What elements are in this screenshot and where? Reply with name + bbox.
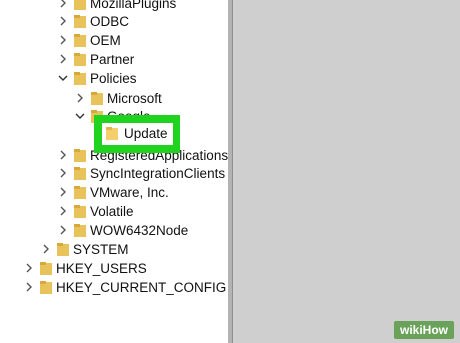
tree-item-vmware[interactable]: VMware, Inc. [0,183,228,202]
tree-item-label: Policies [90,71,137,86]
tree-item-partner[interactable]: Partner [0,50,228,69]
tree-item-label: Microsoft [107,91,162,106]
chevron-right-icon[interactable] [58,150,68,160]
folder-icon [74,34,86,47]
folder-icon [40,281,52,294]
chevron-right-icon[interactable] [58,225,68,235]
chevron-right-icon[interactable] [41,244,51,254]
tree-item-label: SYSTEM [73,242,129,257]
chevron-down-icon[interactable] [58,73,68,83]
folder-icon [74,205,86,218]
chevron-right-icon[interactable] [58,54,68,64]
tree-item-wow6432node[interactable]: WOW6432Node [0,221,228,240]
registry-tree-pane: MozillaPlugins ODBC OEM Partner Policies… [0,0,228,343]
tree-item-system[interactable]: SYSTEM [0,240,228,259]
tree-item-label: HKEY_CURRENT_CONFIG [56,280,227,295]
tree-item-hkey-users[interactable]: HKEY_USERS [0,259,228,278]
tree-item-label: VMware, Inc. [90,185,169,200]
chevron-down-icon[interactable] [75,111,85,121]
tree-item-microsoft[interactable]: Microsoft [0,89,228,108]
chevron-right-icon[interactable] [24,282,34,292]
open-folder-icon [106,127,118,140]
tree-item-label: SyncIntegrationClients [90,166,226,181]
tree-item-label: MozillaPlugins [90,0,177,11]
tree-item-label: HKEY_USERS [56,261,147,276]
tree-item-update-label[interactable]: Update [124,125,168,142]
tree-item-label: Volatile [90,204,134,219]
chevron-right-icon[interactable] [75,93,85,103]
chevron-right-icon[interactable] [24,263,34,273]
chevron-right-icon[interactable] [58,168,68,178]
wikihow-watermark: wikiHow [393,321,454,339]
folder-icon [40,262,52,275]
folder-icon [74,53,86,66]
values-pane[interactable] [233,0,460,343]
folder-icon [74,149,86,162]
folder-icon [57,243,69,256]
chevron-right-icon[interactable] [58,187,68,197]
tree-item-label: WOW6432Node [90,223,189,238]
chevron-right-icon[interactable] [58,0,68,8]
tree-item-label: OEM [90,33,121,48]
tree-item-oem[interactable]: OEM [0,31,228,50]
folder-icon [74,186,86,199]
tree-item-label: ODBC [90,14,130,29]
chevron-right-icon[interactable] [58,35,68,45]
tree-item-syncintegrationclients[interactable]: SyncIntegrationClients [0,164,228,183]
tree-item-label: Partner [90,52,135,67]
tree-item-hkey-current-config[interactable]: HKEY_CURRENT_CONFIG [0,278,228,297]
chevron-right-icon[interactable] [58,16,68,26]
tree-item-odbc[interactable]: ODBC [0,12,228,31]
folder-icon [74,167,86,180]
chevron-right-icon[interactable] [58,206,68,216]
folder-icon [74,15,86,28]
folder-icon [74,0,86,10]
tree-item-policies[interactable]: Policies [0,69,228,88]
folder-icon [74,72,86,85]
folder-icon [91,92,103,105]
tree-item-volatile[interactable]: Volatile [0,202,228,221]
folder-icon [74,224,86,237]
